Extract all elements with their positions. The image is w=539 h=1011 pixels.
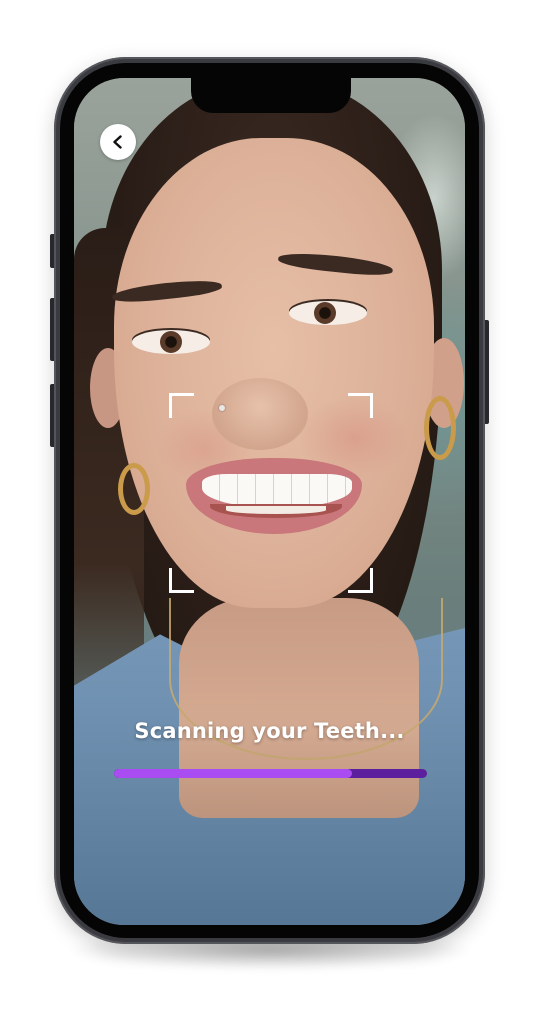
chevron-left-icon bbox=[113, 135, 122, 149]
scan-frame-corner-top-right-icon bbox=[347, 393, 373, 419]
scan-progress-fill bbox=[114, 769, 352, 778]
scan-frame-corner-top-left-icon bbox=[169, 393, 195, 419]
scan-frame-corner-bottom-right-icon bbox=[347, 567, 373, 593]
camera-preview bbox=[74, 78, 465, 925]
photo-earring-left bbox=[118, 463, 150, 515]
photo-iris-left bbox=[160, 331, 182, 353]
scan-status-text: Scanning your Teeth... bbox=[134, 719, 405, 743]
phone-notch bbox=[191, 78, 351, 113]
photo-earring-right bbox=[424, 396, 456, 460]
photo-lower-teeth bbox=[226, 506, 326, 514]
photo-nose bbox=[212, 378, 308, 450]
scan-frame-corner-bottom-left-icon bbox=[169, 567, 195, 593]
photo-iris-right bbox=[314, 302, 336, 324]
back-button[interactable] bbox=[100, 124, 136, 160]
scan-progress-bar bbox=[114, 769, 427, 778]
photo-nose-ring bbox=[219, 405, 225, 411]
mockup-stage: Scanning your Teeth... bbox=[0, 0, 539, 1011]
photo-face bbox=[114, 138, 434, 608]
